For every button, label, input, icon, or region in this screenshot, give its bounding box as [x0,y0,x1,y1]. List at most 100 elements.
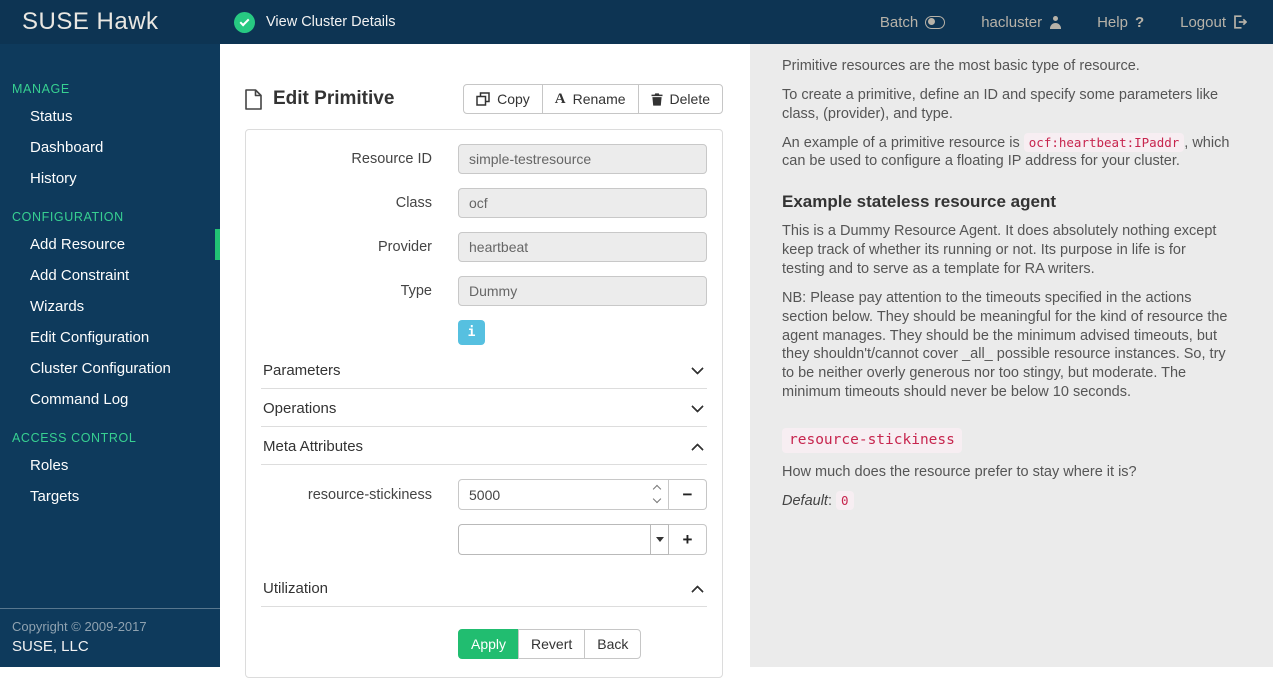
rename-icon: A [554,90,566,107]
edit-primitive-card: Resource ID Class Provider Type i Parame… [245,129,723,678]
rename-label: Rename [572,91,626,107]
copy-button[interactable]: Copy [463,84,543,114]
sidebar-item-history[interactable]: History [0,163,220,194]
form-row-type: Type [261,276,707,306]
apply-button[interactable]: Apply [458,629,520,659]
help-paragraph-1: Primitive resources are the most basic t… [782,58,1140,74]
add-attribute-button[interactable]: + [669,524,707,555]
main-panel: Edit Primitive Copy A Rename Delete Reso… [220,44,750,678]
meta-attributes-label: Meta Attributes [263,438,364,455]
copy-label: Copy [497,91,530,107]
rename-button[interactable]: A Rename [541,84,639,114]
form-row-class: Class [261,188,707,218]
resource-stickiness-input[interactable] [458,479,669,510]
number-spinner[interactable] [652,484,662,504]
copyright-years: Copyright © 2009-2017 [12,619,147,634]
logout-label: Logout [1180,13,1226,31]
provider-input [458,232,707,262]
help-p3-before: An example of a primitive resource is [782,134,1024,151]
sidebar-heading-manage: MANAGE [12,82,70,96]
help-paragraph-2: To create a primitive, define an ID and … [782,86,1219,122]
info-row: i [458,320,707,345]
topnav-help[interactable]: Help ? [1097,14,1144,31]
check-circle-icon [234,11,255,33]
username-label: hacluster [981,13,1043,31]
resource-toolbar: Copy A Rename Delete [463,84,723,114]
resource-id-label: Resource ID [351,151,432,167]
help-label: Help [1097,13,1128,31]
help-paragraph-5: NB: Please pay attention to the timeouts… [782,289,1228,401]
class-input [458,188,707,218]
sidebar-item-add-resource[interactable]: Add Resource [0,229,220,260]
topnav-user[interactable]: hacluster [981,14,1061,31]
stickiness-input-group: − [458,479,707,510]
chevron-up-icon [691,442,704,456]
sidebar-item-edit-configuration[interactable]: Edit Configuration [0,322,220,353]
parameters-label: Parameters [263,362,341,379]
spinner-up-icon [652,484,662,494]
operations-label: Operations [263,400,337,417]
main-header: Edit Primitive Copy A Rename Delete [245,84,723,114]
cluster-status-label: View Cluster Details [266,14,396,30]
copyright-company: SUSE, LLC [12,638,89,655]
remove-attribute-button[interactable]: − [669,479,707,510]
help-paragraph-3: An example of a primitive resource is oc… [782,132,1231,172]
agent-info-button[interactable]: i [458,320,485,345]
delete-button[interactable]: Delete [637,84,723,114]
default-separator: : [827,492,832,509]
default-value: 0 [836,490,854,510]
batch-toggle-icon [925,15,946,29]
help-panel: Primitive resources are the most basic t… [750,44,1273,667]
section-parameters[interactable]: Parameters [261,351,707,389]
default-row: Default: 0 [782,490,1231,511]
help-paragraph-6: How much does the resource prefer to sta… [782,463,1137,480]
sidebar-item-status[interactable]: Status [0,101,220,132]
provider-label: Provider [378,239,432,255]
example-agent-heading: Example stateless resource agent [782,192,1057,212]
sidebar-item-wizards[interactable]: Wizards [0,291,220,322]
caret-down-icon [655,537,664,542]
sidebar: MANAGE Status Dashboard History CONFIGUR… [0,44,220,667]
sidebar-item-add-constraint[interactable]: Add Constraint [0,260,220,291]
brand-logo[interactable]: SUSE Hawk [0,8,220,36]
file-icon [245,88,262,110]
stickiness-number-wrap [458,479,669,510]
class-label: Class [395,195,432,211]
resource-stickiness-label: resource-stickiness [307,486,432,503]
resource-id-input [458,144,707,174]
form-row-resource-id: Resource ID [261,144,707,174]
sidebar-item-command-log[interactable]: Command Log [0,384,220,415]
delete-label: Delete [669,91,710,107]
sidebar-item-cluster-configuration[interactable]: Cluster Configuration [0,353,220,384]
spinner-down-icon [652,494,662,504]
meta-attr-row-stickiness: resource-stickiness − [261,479,707,510]
sidebar-heading-configuration: CONFIGURATION [12,210,124,224]
default-label: Default [782,492,828,509]
revert-button[interactable]: Revert [518,629,586,659]
topnav-logout[interactable]: Logout [1180,14,1247,31]
copy-icon [476,92,490,106]
section-meta-attributes[interactable]: Meta Attributes [261,427,707,465]
question-icon: ? [1134,13,1145,31]
batch-label: Batch [879,13,919,31]
sidebar-item-targets[interactable]: Targets [0,481,220,512]
type-input [458,276,707,306]
form-footer: Apply Revert Back [458,629,707,659]
back-button[interactable]: Back [584,629,642,659]
new-attr-input-group: + [458,524,707,555]
type-label: Type [400,283,432,299]
trash-icon [651,92,663,106]
logout-icon [1234,15,1247,29]
page-title: Edit Primitive [273,88,395,109]
checkmark-icon [239,16,250,26]
chevron-down-icon [691,361,704,375]
section-operations[interactable]: Operations [261,389,707,427]
sidebar-item-roles[interactable]: Roles [0,450,220,481]
section-utilization[interactable]: Utilization [261,569,707,607]
copyright: Copyright © 2009-2017 SUSE, LLC [0,608,220,667]
sidebar-item-dashboard[interactable]: Dashboard [0,132,220,163]
topnav-batch[interactable]: Batch [879,13,946,31]
new-attribute-select[interactable] [458,524,669,555]
cluster-status-link[interactable]: View Cluster Details [234,11,396,33]
topnav: Batch hacluster Help ? Logout [880,14,1247,31]
